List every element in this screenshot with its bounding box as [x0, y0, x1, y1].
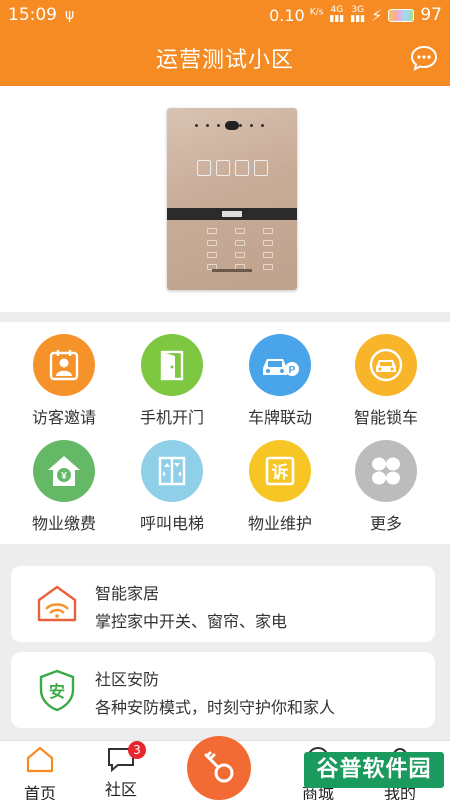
- function-grid: 访客邀请 手机开门 P 车牌联动 智能锁车 ¥ 物业缴费 呼叫电梯 诉 物业维护…: [0, 322, 450, 544]
- elevator-icon: [141, 440, 203, 502]
- grid-label-plate-link: 车牌联动: [247, 408, 312, 427]
- grid-label-elevator: 呼叫电梯: [139, 514, 204, 533]
- charging-icon: ⚡: [371, 5, 383, 25]
- car-lock-icon: [355, 334, 417, 396]
- signal-3g-icon: 3G ▮▮▮: [350, 5, 366, 24]
- grid-label-visitor: 访客邀请: [31, 408, 96, 427]
- network-speed: 0.10 K/s: [269, 5, 324, 25]
- status-time: 15:09: [8, 5, 57, 25]
- complaint-icon: 诉: [249, 440, 311, 502]
- card-security[interactable]: 安 社区安防 各种安防模式，时刻守护你和家人: [11, 652, 435, 728]
- watermark-logo: 谷普软件园: [304, 752, 444, 788]
- door-icon: [141, 334, 203, 396]
- grid-item-plate-link[interactable]: P 车牌联动: [224, 334, 336, 428]
- signal-4g-icon: 4G ▮▮▮: [329, 5, 345, 24]
- battery-level: 97: [420, 5, 442, 25]
- grid-label-car-lock: 智能锁车: [353, 408, 418, 427]
- security-shield-icon: 安: [39, 669, 75, 712]
- key-icon: [204, 751, 234, 783]
- unlock-key-button[interactable]: [187, 736, 251, 800]
- door-panel-image: [167, 108, 297, 290]
- grid-item-property-fee[interactable]: ¥ 物业缴费: [8, 440, 120, 534]
- grid-item-more[interactable]: 更多: [330, 440, 442, 534]
- nav-home[interactable]: 首页: [5, 741, 75, 800]
- card-desc-security: 各种安防模式，时刻守护你和家人: [95, 698, 336, 717]
- payment-icon: ¥: [33, 440, 95, 502]
- smart-home-icon: [37, 585, 77, 622]
- nav-label-community: 社区: [104, 780, 137, 799]
- grid-item-car-lock[interactable]: 智能锁车: [330, 334, 442, 428]
- nav-label-home: 首页: [23, 784, 56, 800]
- grid-label-property-fee: 物业缴费: [31, 514, 96, 533]
- svg-text:诉: 诉: [272, 462, 289, 483]
- car-parking-icon: P: [249, 334, 311, 396]
- shield-char: 安: [49, 682, 65, 701]
- grid-item-maintenance[interactable]: 诉 物业维护: [224, 440, 336, 534]
- page-title: 运营测试小区: [155, 48, 294, 73]
- grid-item-open-door[interactable]: 手机开门: [116, 334, 228, 428]
- more-icon: [355, 440, 417, 502]
- status-bar: 15:09 ψ 0.10 K/s 4G ▮▮▮ 3G ▮▮▮ ⚡ 97: [0, 0, 450, 30]
- grid-label-maintenance: 物业维护: [247, 514, 312, 533]
- card-desc-smart-home: 掌控家中开关、窗帘、家电: [95, 612, 288, 631]
- svg-text:P: P: [289, 365, 296, 376]
- banner[interactable]: [0, 86, 450, 312]
- home-icon: [26, 746, 54, 773]
- visitor-icon: [33, 334, 95, 396]
- community-badge: 3: [128, 741, 146, 759]
- card-title-security: 社区安防: [95, 670, 160, 689]
- grid-label-open-door: 手机开门: [139, 408, 204, 427]
- usb-icon: ψ: [65, 7, 75, 23]
- svg-text:¥: ¥: [61, 471, 67, 482]
- grid-item-visitor[interactable]: 访客邀请: [8, 334, 120, 428]
- card-title-smart-home: 智能家居: [95, 584, 160, 603]
- app-header: 运营测试小区: [0, 30, 450, 86]
- battery-icon: [388, 8, 415, 22]
- message-icon[interactable]: [410, 44, 438, 72]
- card-smart-home[interactable]: 智能家居 掌控家中开关、窗帘、家电: [11, 566, 435, 642]
- grid-label-more: 更多: [369, 514, 402, 533]
- nav-community[interactable]: 3 社区: [86, 741, 156, 800]
- grid-item-elevator[interactable]: 呼叫电梯: [116, 440, 228, 534]
